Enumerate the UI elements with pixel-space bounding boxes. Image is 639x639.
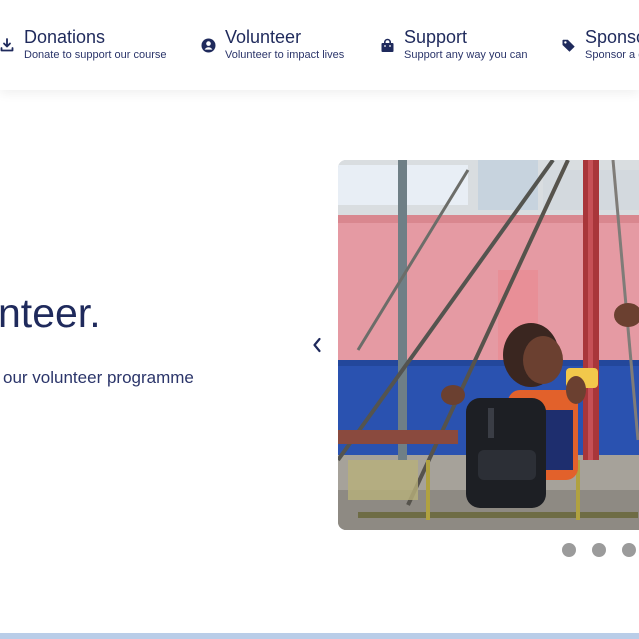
nav-title: Sponso	[585, 27, 639, 47]
child-on-swing-photo	[338, 160, 639, 530]
hero-subtitle: our volunteer programme	[3, 368, 194, 387]
nav-item-sponsor[interactable]: Sponso Sponsor a c	[559, 26, 639, 62]
nav-title: Volunteer	[225, 27, 302, 47]
hero-title: nteer.	[0, 290, 101, 336]
nav-subtitle: Volunteer to impact lives	[225, 49, 345, 61]
nav-item-support[interactable]: Support Support any way you can	[378, 26, 528, 62]
download-icon	[0, 36, 16, 54]
carousel-dot[interactable]	[562, 543, 576, 557]
chevron-left-icon	[313, 337, 321, 353]
nav-item-volunteer[interactable]: Volunteer Volunteer to impact lives	[199, 26, 344, 62]
carousel-prev-button[interactable]	[307, 334, 327, 356]
carousel-dot[interactable]	[622, 543, 636, 557]
footer-edge-strip	[0, 633, 639, 639]
carousel-dot[interactable]	[592, 543, 606, 557]
user-circle-icon	[199, 36, 217, 54]
nav-subtitle: Sponsor a c	[585, 49, 639, 61]
carousel-dots	[562, 543, 636, 557]
tag-icon	[559, 36, 577, 54]
nav-subtitle: Donate to support our course	[24, 49, 167, 61]
nav-title: Support	[404, 27, 468, 47]
nav-subtitle: Support any way you can	[404, 49, 528, 61]
nav-title: Donations	[24, 27, 106, 47]
shopping-bag-icon	[378, 36, 396, 54]
carousel-slide-image[interactable]	[338, 160, 639, 530]
top-navigation-bar: Donations Donate to support our course V…	[0, 0, 639, 90]
nav-item-donations[interactable]: Donations Donate to support our course	[0, 26, 166, 62]
